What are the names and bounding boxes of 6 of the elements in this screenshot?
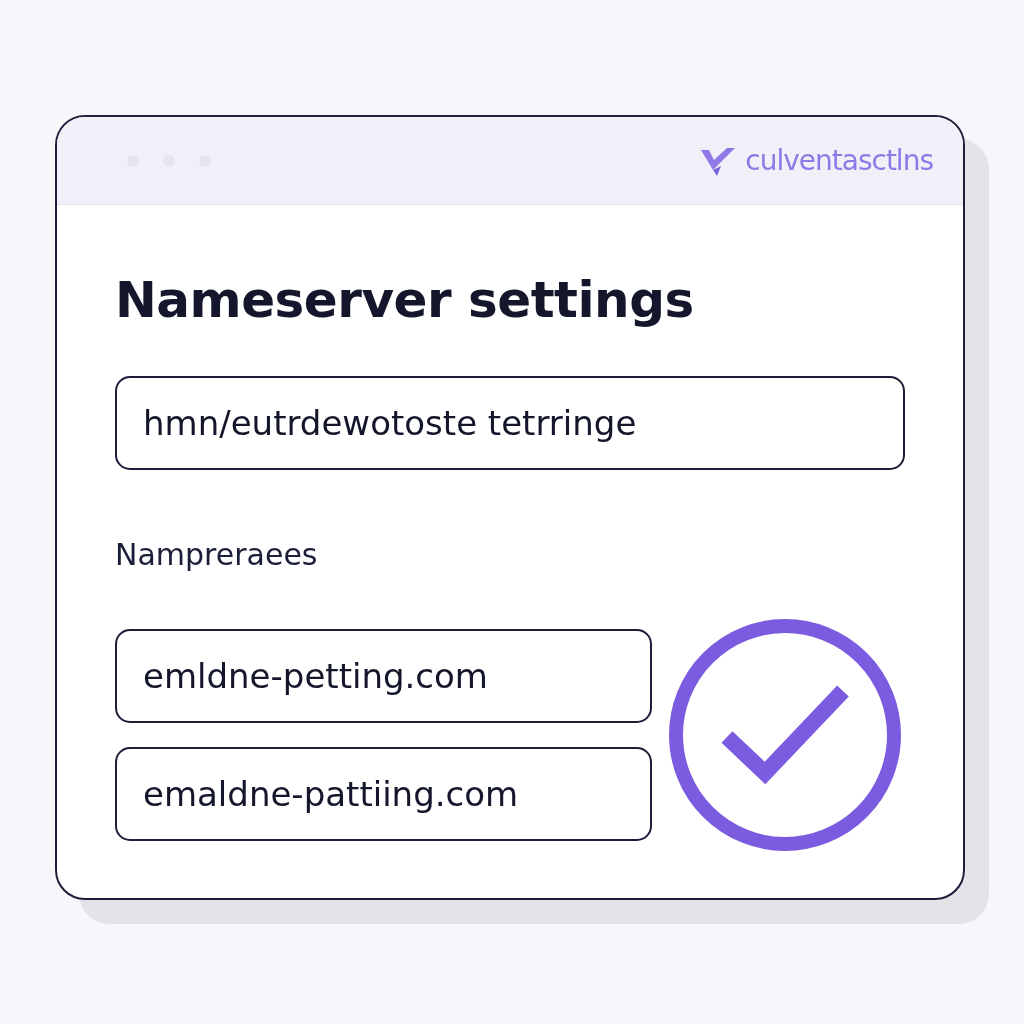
input-field[interactable]: emaldne-pattiing.com: [115, 747, 652, 841]
input-field[interactable]: hmn/eutrdewotoste tetrringe: [115, 376, 905, 470]
section-label: Nampreraees: [115, 536, 319, 574]
input-field[interactable]: emldne-petting.com: [115, 629, 652, 723]
brand-name: culventasctlns: [745, 142, 933, 179]
page-heading: Nameserver settings: [115, 270, 695, 331]
